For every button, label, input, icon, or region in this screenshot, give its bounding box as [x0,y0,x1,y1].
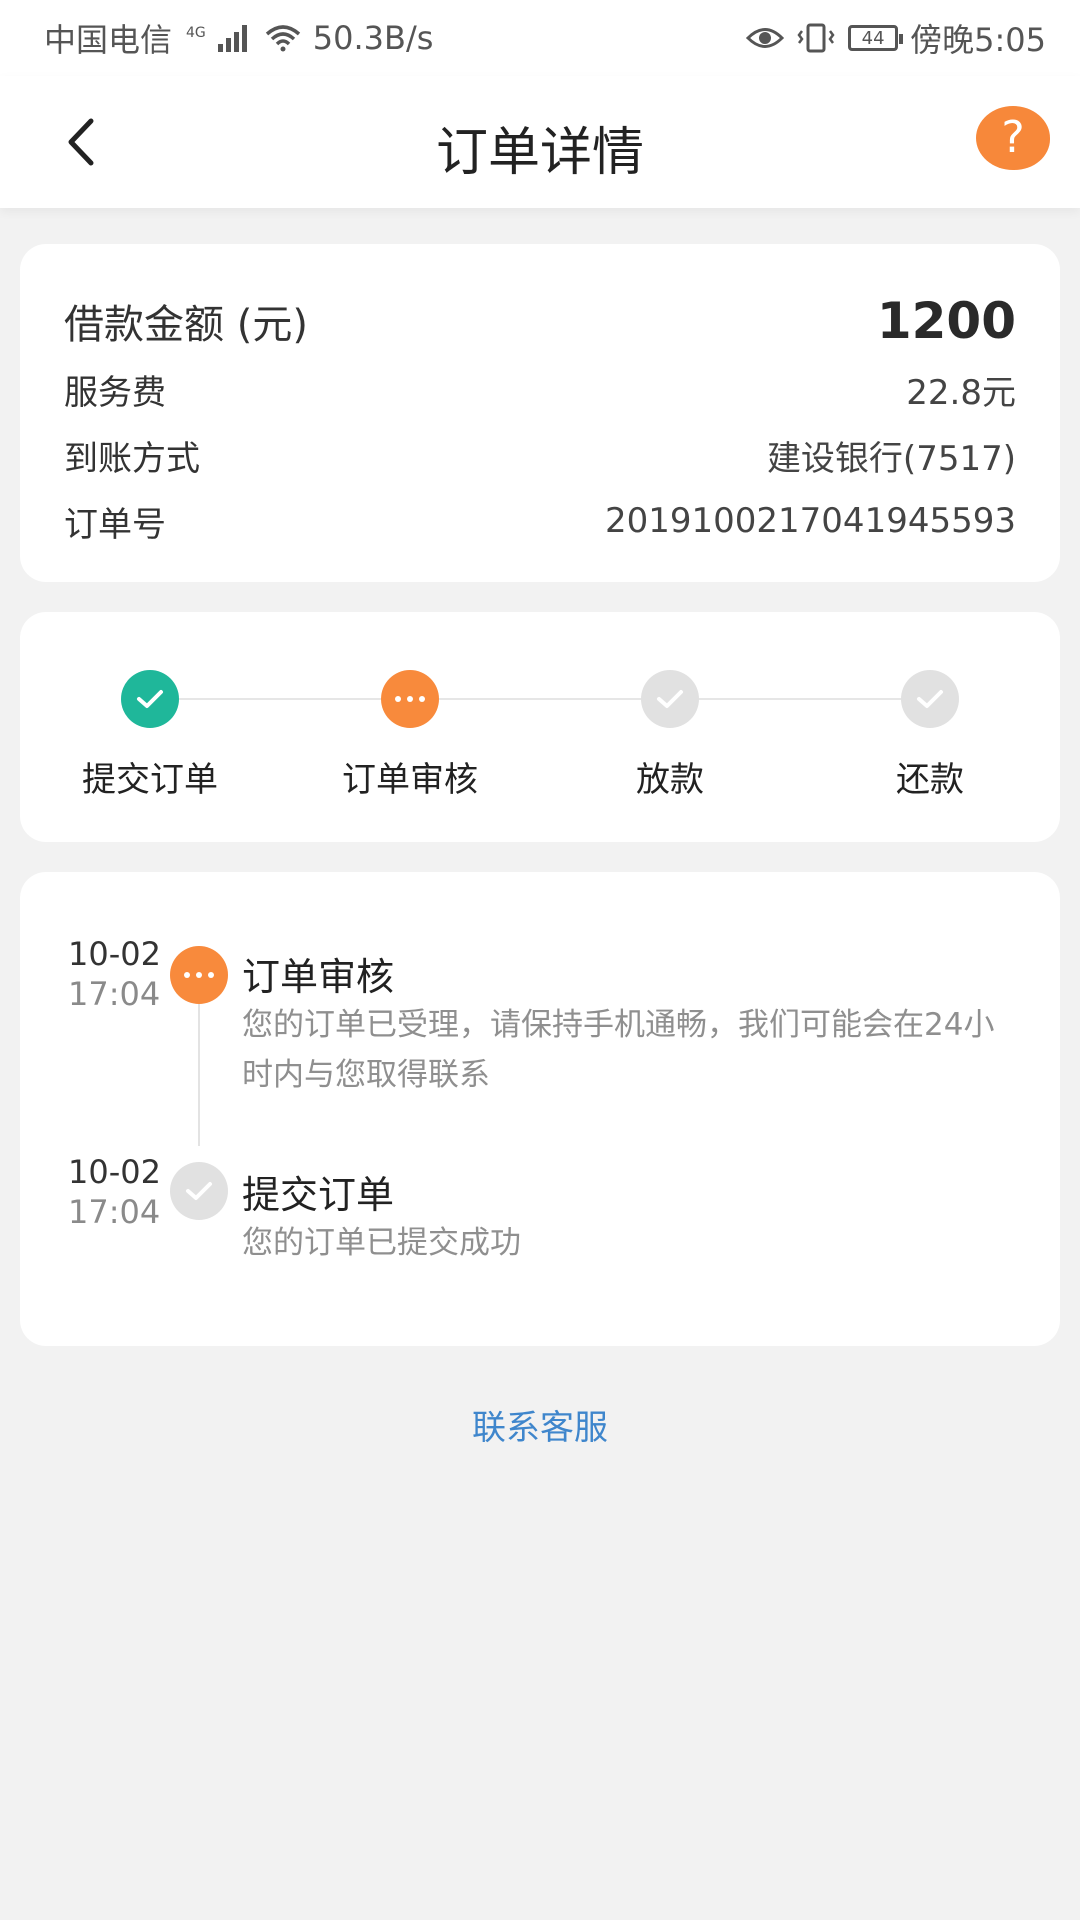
signal-icon [217,24,247,52]
order-timeline-card: 10-02 17:04 订单审核 您的订单已受理，请保持手机通畅，我们可能会在2… [20,872,1060,1346]
loan-amount-value: 1200 [876,292,1016,350]
step-label: 提交订单 [82,760,218,800]
check-icon [121,670,179,728]
step-label: 放款 [636,760,704,800]
timeline-title: 订单审核 [242,955,395,999]
service-fee-row: 服务费 22.8元 [64,356,1016,422]
order-summary-card: 借款金额 (元) 1200 服务费 22.8元 到账方式 建设银行(7517) … [20,244,1060,582]
service-fee-value: 22.8元 [906,372,1016,413]
question-bubble-icon: ? [1001,112,1025,163]
check-icon [901,670,959,728]
ellipsis-icon [170,946,228,1004]
timeline-title: 提交订单 [242,1173,395,1217]
network-speed: 50.3B/s [312,19,434,57]
status-bar: 中国电信 4G 50.3B/s 44 傍晚5:05 [0,0,1080,76]
battery-level: 44 [861,27,885,49]
order-number-row: 订单号 2019100217041945593 [64,488,1016,554]
step-submit-order: 提交订单 [40,670,260,801]
status-left: 中国电信 4G 50.3B/s [44,15,433,61]
carrier-name: 中国电信 [44,21,173,59]
check-icon [641,670,699,728]
step-disbursement: 放款 [560,670,780,801]
timeline-description: 您的订单已提交成功 [242,1225,521,1261]
step-label: 订单审核 [342,760,478,800]
check-icon [170,1162,228,1220]
timeline-description: 您的订单已受理，请保持手机通畅，我们可能会在24小时内与您取得联系 [242,1007,995,1093]
page-title: 订单详情 [435,123,644,183]
loan-amount-label: 借款金额 (元) [64,302,308,348]
wifi-icon [265,25,300,52]
payout-method-value: 建设银行(7517) [766,438,1016,479]
order-number-label: 订单号 [64,504,166,545]
steps-connector-line [170,698,930,700]
eye-icon [746,28,785,48]
step-order-review: 订单审核 [300,670,520,801]
order-number-value: 2019100217041945593 [604,501,1016,541]
nav-bar: 订单详情 ? [0,76,1080,208]
payout-method-label: 到账方式 [64,438,200,479]
progress-steps-card: 提交订单 订单审核 放款 还款 [20,612,1060,842]
step-repayment: 还款 [820,670,1040,801]
loan-amount-row: 借款金额 (元) 1200 [64,286,1016,356]
status-time: 傍晚5:05 [910,21,1046,59]
vibrate-icon [797,23,835,53]
payout-method-row: 到账方式 建设银行(7517) [64,422,1016,488]
contact-support-link[interactable]: 联系客服 [0,1400,1080,1449]
service-fee-label: 服务费 [64,372,166,413]
status-right: 44 傍晚5:05 [746,15,1046,61]
step-label: 还款 [896,760,964,800]
ellipsis-icon [381,670,439,728]
battery-icon: 44 [848,25,904,51]
network-type: 4G [186,25,206,42]
help-button[interactable]: ? [976,106,1050,170]
